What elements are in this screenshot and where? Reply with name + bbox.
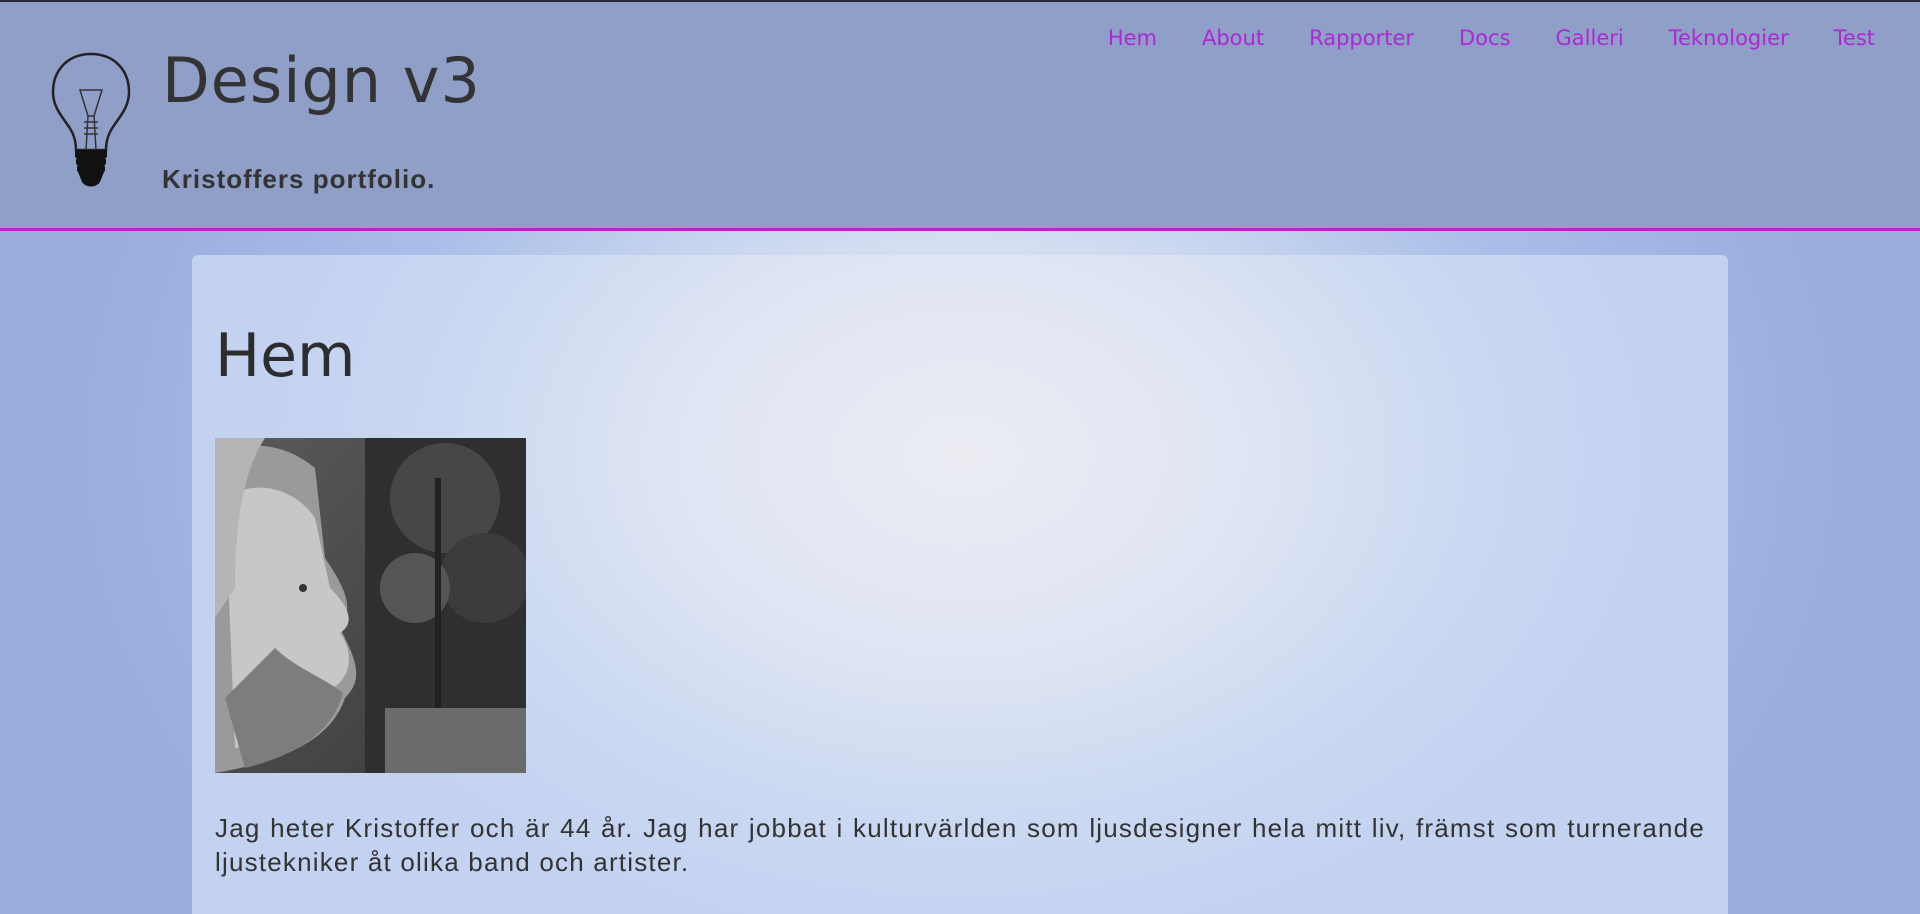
nav-item-hem[interactable]: Hem <box>1108 26 1157 50</box>
site-title: Design v3 <box>162 44 481 117</box>
bio-text: Jag heter Kristoffer och är 44 år. Jag h… <box>215 813 1705 877</box>
portrait-photo <box>215 438 526 773</box>
nav-item-galleri[interactable]: Galleri <box>1556 26 1624 50</box>
main-nav: Hem About Rapporter Docs Galleri Teknolo… <box>1063 26 1875 50</box>
lightbulb-icon <box>51 52 131 187</box>
nav-item-about[interactable]: About <box>1202 26 1264 50</box>
nav-item-test[interactable]: Test <box>1834 26 1875 50</box>
site-subtitle: Kristoffers portfolio. <box>162 164 436 194</box>
content-card: Hem Jag heter Kristoffer och är 44 år. J… <box>192 255 1728 914</box>
nav-item-rapporter[interactable]: Rapporter <box>1309 26 1414 50</box>
site-header: Design v3 Kristoffers portfolio. Hem Abo… <box>0 2 1920 231</box>
nav-item-docs[interactable]: Docs <box>1459 26 1511 50</box>
page-heading: Hem <box>215 321 356 391</box>
nav-item-teknologier[interactable]: Teknologier <box>1669 26 1789 50</box>
